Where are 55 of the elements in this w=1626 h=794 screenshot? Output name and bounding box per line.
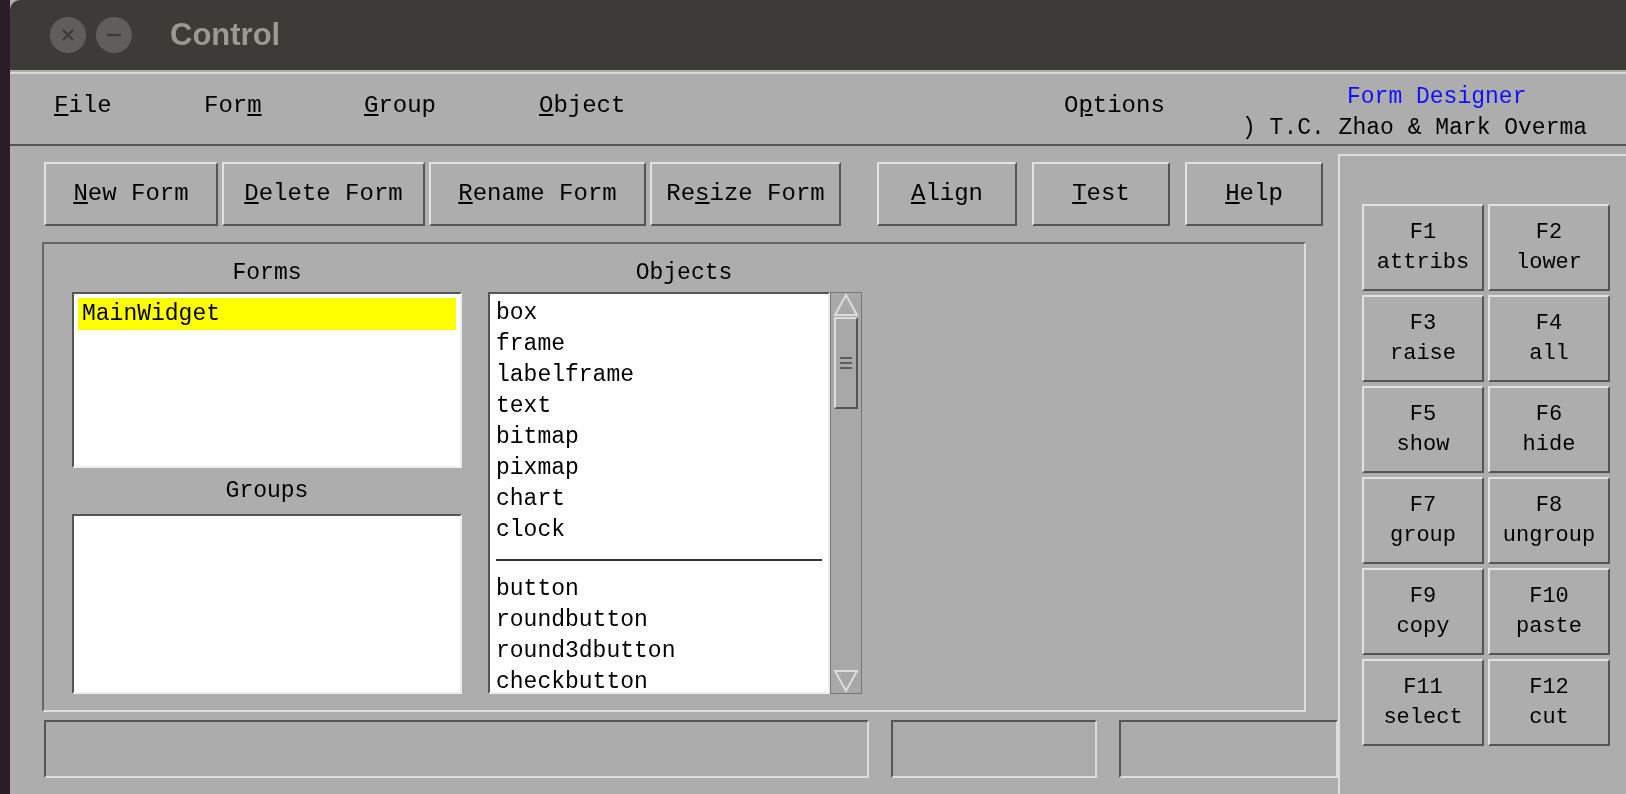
scrollbar[interactable]	[830, 292, 862, 694]
scroll-down-icon[interactable]	[833, 669, 859, 693]
groups-list[interactable]	[72, 514, 462, 694]
objects-list[interactable]: box frame labelframe text bitmap pixmap chart clock button roundbutton round3dbutton checkbutton	[488, 292, 830, 694]
list-label: Forms	[231, 259, 303, 288]
app-title: Form Designer	[1347, 83, 1527, 112]
function-key-button[interactable]: F9 copy	[1362, 568, 1484, 655]
function-key-button[interactable]: F10 paste	[1488, 568, 1610, 655]
function-key-button[interactable]: F8 ungroup	[1488, 477, 1610, 564]
object-list-item[interactable]: roundbutton	[496, 605, 822, 636]
grip-icon	[839, 356, 853, 370]
object-list-item[interactable]: frame	[496, 329, 822, 360]
function-key-button[interactable]: F5 show	[1362, 386, 1484, 473]
minimize-button[interactable]	[96, 17, 132, 53]
close-icon	[61, 28, 75, 42]
object-list-item[interactable]: clock	[496, 515, 822, 546]
minimize-icon	[106, 33, 122, 37]
tool-button[interactable]: Test	[1032, 162, 1170, 226]
object-list-item[interactable]: button	[496, 574, 822, 605]
function-key-button[interactable]: F7 group	[1362, 477, 1484, 564]
list-label: Groups	[224, 477, 310, 506]
object-list-item[interactable]: checkbutton	[496, 667, 822, 692]
object-list-item[interactable]: round3dbutton	[496, 636, 822, 667]
function-key-button[interactable]: F1 attribs	[1362, 204, 1484, 291]
object-list-item[interactable]: labelframe	[496, 360, 822, 391]
close-button[interactable]	[50, 17, 86, 53]
credit-text: ) T.C. Zhao & Mark Overma	[1242, 114, 1588, 142]
function-key-button[interactable]: F6 hide	[1488, 386, 1610, 473]
object-list-item[interactable]: box	[496, 298, 822, 329]
object-list-item[interactable]: bitmap	[496, 422, 822, 453]
tool-button[interactable]: Align	[877, 162, 1017, 226]
menu-item[interactable]: Group	[360, 88, 440, 124]
object-list-item[interactable]: pixmap	[496, 453, 822, 484]
window-title: Control	[170, 15, 281, 54]
menu-item[interactable]: Object	[535, 88, 630, 124]
function-key-button[interactable]: F12 cut	[1488, 659, 1610, 746]
scrollbar-thumb[interactable]	[834, 317, 858, 409]
form-list-item[interactable]: MainWidget	[78, 298, 456, 330]
object-list-item[interactable]: text	[496, 391, 822, 422]
form-button[interactable]: Resize Form	[650, 162, 841, 226]
scroll-up-icon[interactable]	[833, 293, 859, 317]
function-key-button[interactable]: F2 lower	[1488, 204, 1610, 291]
function-key-button[interactable]: F3 raise	[1362, 295, 1484, 382]
function-key-button[interactable]: F11 select	[1362, 659, 1484, 746]
object-list-item[interactable]: chart	[496, 484, 822, 515]
menu-item[interactable]: Options	[1060, 88, 1169, 124]
menu-item[interactable]: File	[50, 88, 116, 124]
list-label: Objects	[634, 259, 734, 288]
menu-item[interactable]: Form	[200, 88, 266, 124]
form-button[interactable]: New Form	[44, 162, 218, 226]
function-key-button[interactable]: F4 all	[1488, 295, 1610, 382]
form-button[interactable]: Delete Form	[222, 162, 425, 226]
tool-button[interactable]: Help	[1185, 162, 1323, 226]
form-button[interactable]: Rename Form	[429, 162, 646, 226]
forms-list[interactable]: MainWidget	[72, 292, 462, 468]
